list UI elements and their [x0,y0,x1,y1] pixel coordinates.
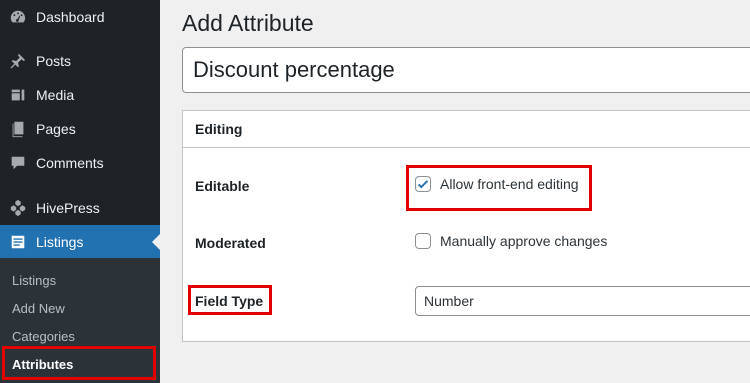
check-icon [417,180,429,189]
sidebar-item-media[interactable]: Media [0,78,160,112]
sidebar-item-dashboard[interactable]: Dashboard [0,0,160,34]
field-type-value: Number [424,293,474,309]
field-type-label: Field Type [195,293,264,309]
media-icon [8,85,28,105]
editable-label: Editable [195,178,250,194]
comment-icon [8,153,28,173]
moderated-checkbox[interactable] [415,233,431,249]
field-type-select[interactable]: Number [415,286,750,316]
moderated-option-label: Manually approve changes [440,233,608,249]
sidebar-item-label: Media [36,87,75,103]
sidebar-item-label: HivePress [36,200,100,216]
sidebar-item-listings[interactable]: Listings [0,225,160,259]
submenu-item-listings[interactable]: Listings [0,266,160,294]
listings-icon [8,232,28,252]
submenu-item-add-new[interactable]: Add New [0,294,160,322]
sidebar-item-label: Pages [36,121,76,137]
editing-panel: Editing Editable Allow front-end editing… [182,110,750,342]
pin-icon [8,51,28,71]
page-title: Add Attribute [182,10,314,36]
allow-front-end-editing-option[interactable]: Allow front-end editing [415,176,579,192]
moderated-label: Moderated [195,235,266,251]
listings-submenu: Listings Add New Categories Attributes [0,258,160,383]
panel-header: Editing [183,111,750,148]
hivepress-icon [8,198,28,218]
manually-approve-changes-option[interactable]: Manually approve changes [415,233,607,249]
sidebar-item-label: Listings [36,234,84,250]
submenu-item-categories[interactable]: Categories [0,322,160,350]
admin-sidebar: Dashboard Posts Media Pages Comments Hiv… [0,0,160,383]
sidebar-item-posts[interactable]: Posts [0,44,160,78]
attribute-name-input[interactable] [182,47,750,93]
dashboard-icon [8,7,28,27]
sidebar-item-pages[interactable]: Pages [0,112,160,146]
submenu-item-attributes[interactable]: Attributes [0,350,160,378]
pages-icon [8,119,28,139]
sidebar-item-label: Dashboard [36,9,105,25]
sidebar-item-comments[interactable]: Comments [0,146,160,180]
editable-checkbox[interactable] [415,176,431,192]
sidebar-item-label: Posts [36,53,72,69]
editable-option-label: Allow front-end editing [440,176,579,192]
sidebar-item-label: Comments [36,155,104,171]
sidebar-item-hivepress[interactable]: HivePress [0,191,160,225]
